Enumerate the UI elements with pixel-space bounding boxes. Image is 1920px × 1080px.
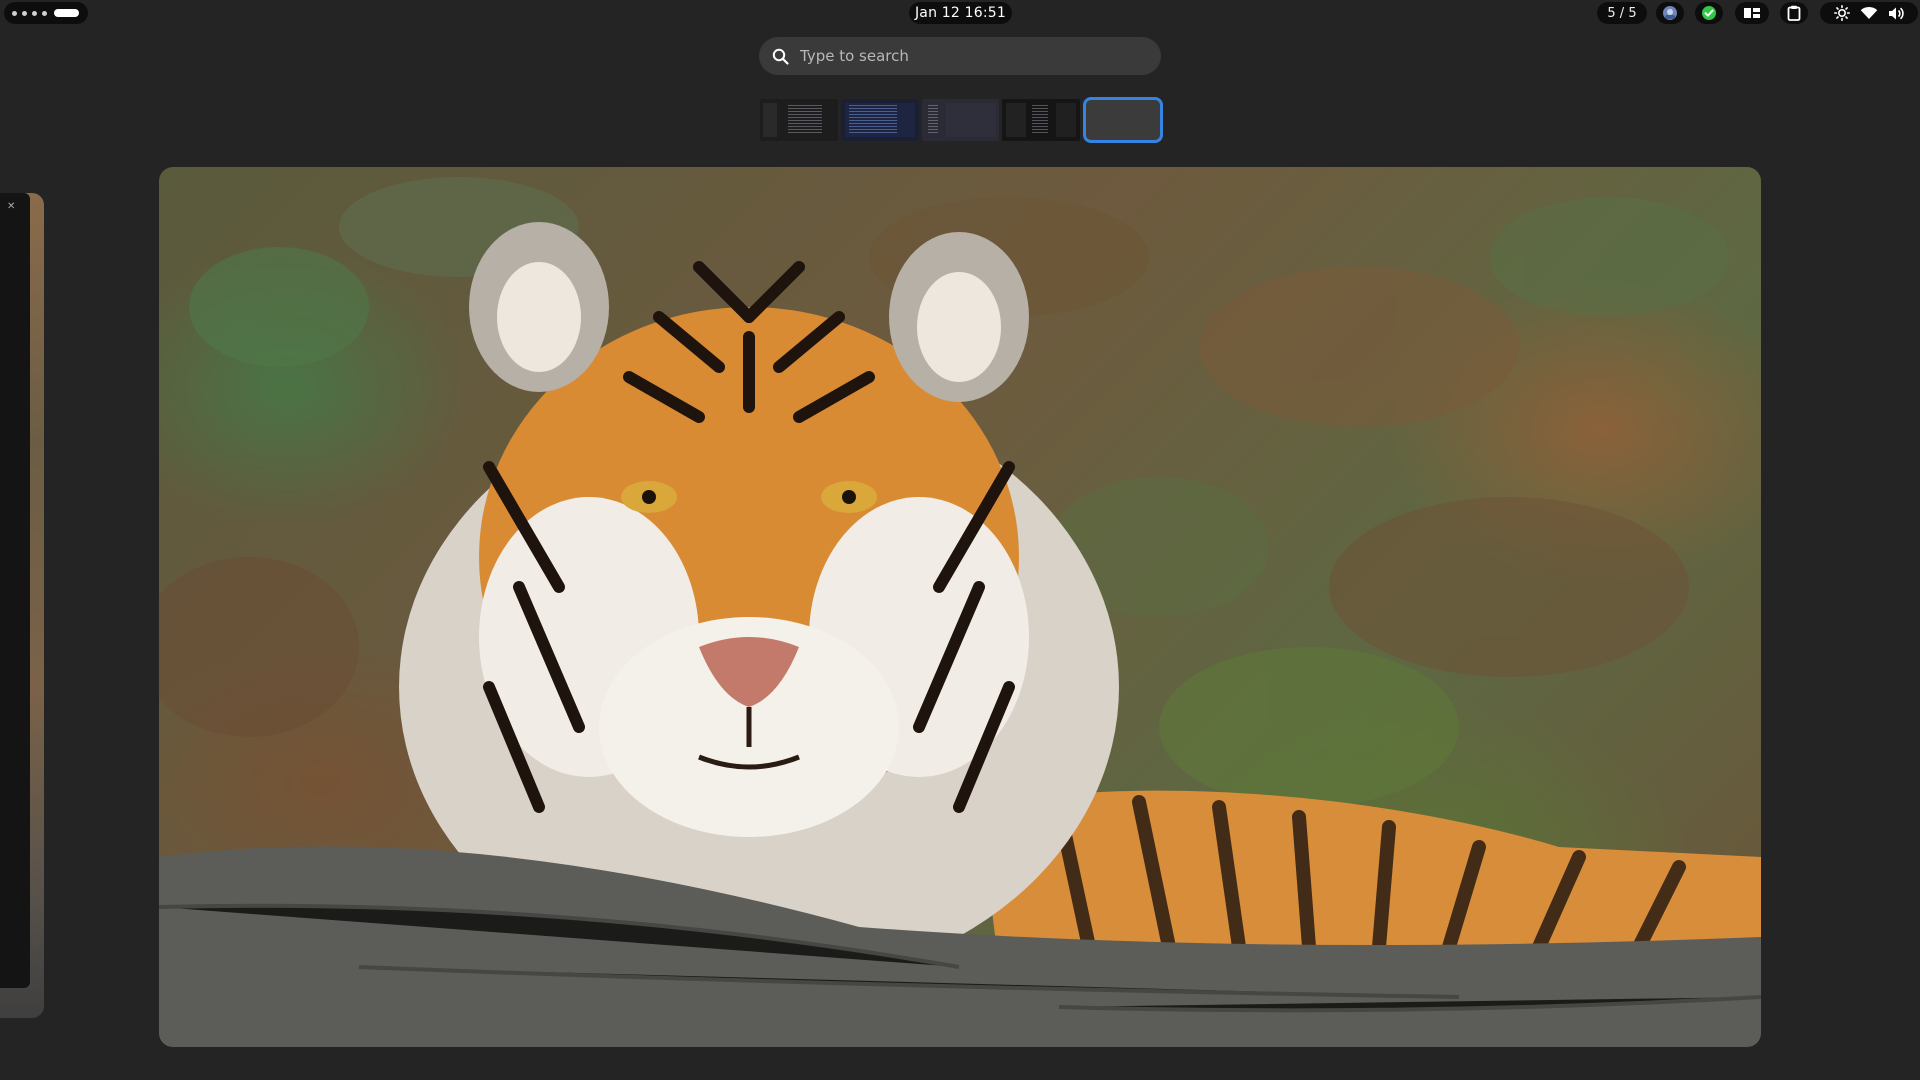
workspace-thumbnail-2[interactable] xyxy=(840,99,919,141)
window-preview-partial[interactable]: ✕ xyxy=(0,193,44,1018)
volume-icon xyxy=(1888,7,1904,19)
tray-app-indicator[interactable] xyxy=(1656,2,1684,24)
clock-label: Jan 12 16:51 xyxy=(914,5,1007,21)
workspace-thumbnail-3[interactable] xyxy=(921,99,1000,141)
layout-icon xyxy=(1744,8,1760,18)
system-menu-button[interactable] xyxy=(1820,2,1918,24)
tray-layout[interactable] xyxy=(1735,2,1769,24)
tray-check-status[interactable] xyxy=(1695,2,1723,24)
search-icon xyxy=(772,48,789,65)
window-preview-main[interactable] xyxy=(159,167,1761,1047)
workspace-indicator-dot xyxy=(22,10,27,16)
wifi-icon xyxy=(1860,6,1877,19)
top-bar: Jan 12 16:51 5 / 5 xyxy=(0,0,1920,26)
workspace-thumbnail-5[interactable] xyxy=(1083,97,1163,143)
workspace-thumbnail-1[interactable] xyxy=(760,99,838,141)
window-preview-content xyxy=(0,193,30,988)
clipboard-icon xyxy=(1787,5,1801,21)
workspace-thumbnails xyxy=(760,97,1163,143)
workspace-indicator-dot xyxy=(32,10,37,16)
workspace-indicator-active xyxy=(54,9,79,17)
workspace-indicator-dot xyxy=(42,10,47,16)
brightness-icon xyxy=(1833,5,1850,21)
search-input[interactable] xyxy=(800,41,1161,71)
app-indicator-icon xyxy=(1663,6,1677,20)
activities-button[interactable] xyxy=(4,2,88,24)
tray-clipboard[interactable] xyxy=(1780,2,1808,24)
workspace-thumbnail-4[interactable] xyxy=(1002,99,1081,141)
workspace-indicator-dot xyxy=(12,10,17,16)
overview-screen: Jan 12 16:51 5 / 5 Type to search ✕ xyxy=(0,0,1920,1080)
clock-button[interactable]: Jan 12 16:51 xyxy=(909,2,1012,24)
window-counter-label: 5 / 5 xyxy=(1607,5,1637,21)
overview-search[interactable] xyxy=(759,37,1161,75)
tiger-photo xyxy=(159,177,1761,1047)
check-status-icon xyxy=(1702,6,1716,20)
close-icon[interactable]: ✕ xyxy=(7,201,15,212)
window-counter[interactable]: 5 / 5 xyxy=(1597,2,1647,24)
